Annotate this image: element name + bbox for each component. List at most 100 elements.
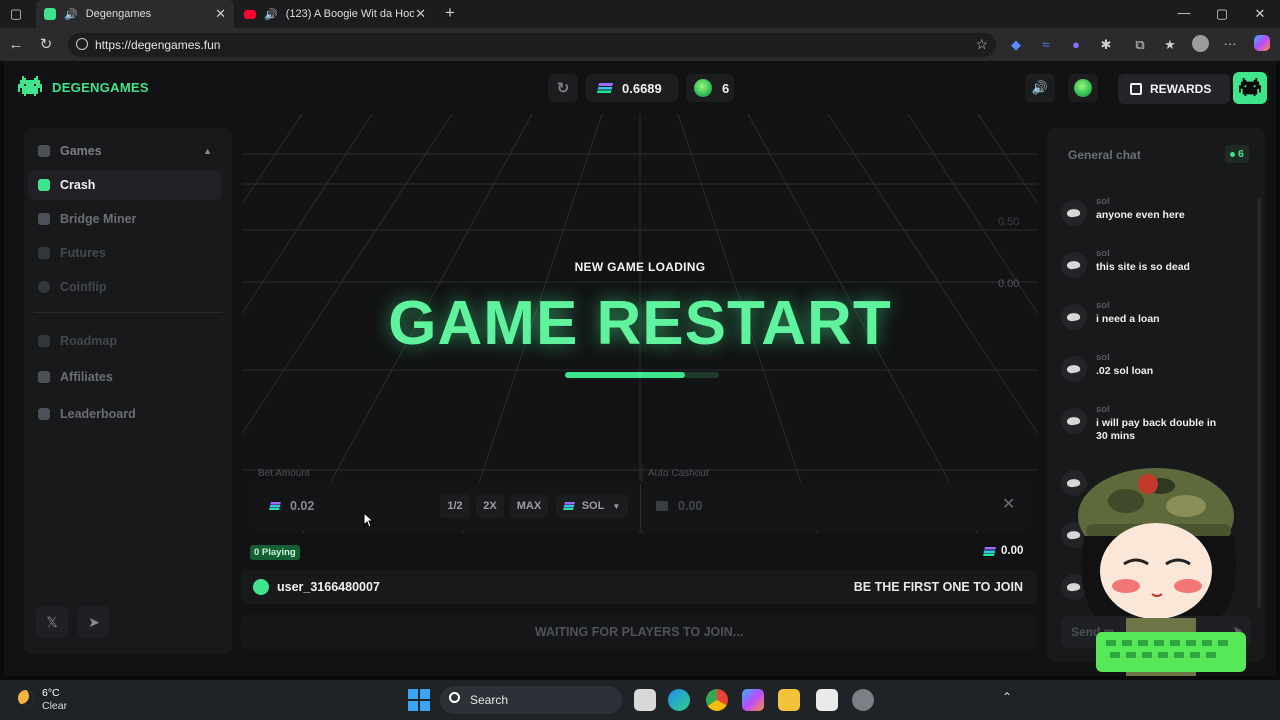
- join-cta[interactable]: BE THE FIRST ONE TO JOIN: [854, 580, 1023, 594]
- new-tab-icon[interactable]: +: [440, 3, 460, 23]
- solana-icon: [269, 502, 281, 510]
- auto-cashout-label: Auto Cashout: [648, 468, 709, 479]
- minimize-icon[interactable]: —: [1174, 3, 1194, 23]
- start-button[interactable]: [408, 689, 430, 711]
- split-screen-icon[interactable]: ⧉: [1130, 35, 1150, 55]
- chat-avatar: [1061, 200, 1087, 226]
- url-input[interactable]: https://degengames.fun ☆: [68, 33, 996, 57]
- extension-shield-icon[interactable]: ◆: [1006, 35, 1026, 55]
- pickaxe-icon: [38, 213, 50, 225]
- token-balance[interactable]: 6: [686, 74, 734, 102]
- robot-icon: [656, 501, 668, 511]
- chart-icon: [38, 179, 50, 191]
- weather-condition: Clear: [42, 700, 68, 712]
- favorite-star-icon[interactable]: ☆: [975, 36, 988, 53]
- bet-divider: [640, 484, 641, 530]
- sidebar-item-roadmap[interactable]: Roadmap: [28, 326, 222, 356]
- task-view-icon[interactable]: [634, 689, 656, 711]
- sidebar-item-label: Crash: [60, 178, 96, 192]
- refresh-balance-button[interactable]: ↻: [548, 74, 578, 102]
- mouse-cursor-icon: [363, 512, 375, 528]
- sidebar-item-affiliates[interactable]: Affiliates: [28, 362, 222, 392]
- sidebar-item-label: Affiliates: [60, 370, 113, 384]
- roadmap-icon: [38, 335, 50, 347]
- chat-title: General chat: [1068, 148, 1141, 162]
- token-icon: [694, 79, 712, 97]
- profile-button[interactable]: [1233, 72, 1267, 104]
- refresh-icon[interactable]: ↻: [36, 35, 56, 55]
- copilot-icon[interactable]: [1252, 35, 1272, 57]
- sidebar-item-bridge-miner[interactable]: Bridge Miner: [28, 204, 222, 234]
- extension-wave-icon[interactable]: ≈: [1036, 35, 1056, 55]
- sidebar-item-label: Bridge Miner: [60, 212, 137, 226]
- edge-icon[interactable]: [668, 689, 690, 711]
- futures-icon: [38, 247, 50, 259]
- file-explorer-icon[interactable]: [778, 689, 800, 711]
- double-bet-button[interactable]: 2X: [476, 494, 504, 518]
- bet-amount-input[interactable]: 0.02: [269, 496, 430, 516]
- favorites-icon[interactable]: ★: [1160, 35, 1180, 55]
- affiliates-icon: [38, 371, 50, 383]
- sol-balance[interactable]: 0.6689: [586, 74, 678, 102]
- online-count-value: 6: [1238, 148, 1244, 160]
- weather-widget[interactable]: 6°C Clear: [16, 686, 96, 714]
- players-total-value: 0.00: [1001, 545, 1024, 557]
- sound-toggle-button[interactable]: 🔊: [1025, 74, 1055, 102]
- sidebar-item-leaderboard[interactable]: Leaderboard: [28, 399, 222, 429]
- extension-gamepad-icon[interactable]: ●: [1066, 35, 1086, 55]
- back-icon[interactable]: ←: [6, 35, 26, 55]
- maximize-icon[interactable]: ▢: [1212, 4, 1232, 24]
- tab-actions-icon[interactable]: ▢: [6, 4, 26, 24]
- chevron-down-icon: ▼: [612, 501, 621, 511]
- max-bet-button[interactable]: MAX: [510, 494, 548, 518]
- balance-value: 0.6689: [622, 80, 662, 96]
- microsoft-store-icon[interactable]: [816, 689, 838, 711]
- chrome-icon[interactable]: [706, 689, 728, 711]
- telegram-button[interactable]: ➤: [78, 606, 110, 638]
- bet-amount-value: 0.02: [290, 499, 315, 513]
- space-invader-icon: [1239, 78, 1261, 97]
- speaker-icon: 🔊: [264, 8, 278, 21]
- sidebar-section-games[interactable]: Games ▲: [28, 136, 222, 166]
- more-menu-icon[interactable]: ···: [1220, 34, 1240, 54]
- vtuber-avatar-overlay: [1078, 468, 1246, 676]
- brand-logo[interactable]: DEGENGAMES: [18, 76, 149, 98]
- clear-cashout-icon[interactable]: ✕: [1002, 494, 1015, 514]
- x-twitter-button[interactable]: 𝕏: [36, 606, 68, 638]
- search-box[interactable]: Search: [440, 686, 622, 714]
- players-total: 0.00: [983, 545, 1024, 557]
- chat-avatar: [1061, 356, 1087, 382]
- chat-text: i will pay back double in 30 mins: [1096, 417, 1217, 442]
- crash-game-canvas: 0.50 0.00 NEW GAME LOADING GAME RESTART …: [242, 114, 1038, 534]
- moon-icon: [18, 690, 34, 706]
- rewards-button[interactable]: REWARDS: [1118, 74, 1230, 104]
- tab-degengames[interactable]: 🔊 Degengames ✕: [36, 0, 234, 28]
- close-window-icon[interactable]: ✕: [1250, 4, 1270, 24]
- sidebar-divider: [34, 312, 222, 313]
- copilot-icon[interactable]: [742, 689, 764, 711]
- site-info-icon[interactable]: [76, 38, 88, 50]
- chat-text: i need a loan: [1096, 313, 1160, 325]
- auto-cashout-input[interactable]: 0.00: [656, 496, 796, 516]
- sidebar-item-crash[interactable]: Crash: [28, 170, 222, 200]
- chat-username: sol: [1096, 352, 1110, 363]
- profile-avatar-icon[interactable]: [1190, 35, 1210, 58]
- auto-cashout-placeholder: 0.00: [678, 499, 703, 513]
- sidebar-item-coinflip[interactable]: Coinflip: [28, 272, 222, 302]
- solana-icon: [983, 546, 996, 556]
- extensions-icon[interactable]: ✱: [1096, 35, 1116, 55]
- chevron-up-icon[interactable]: ▲: [203, 146, 212, 156]
- chat-scrollbar[interactable]: [1257, 198, 1261, 608]
- token-shop-button[interactable]: [1068, 74, 1098, 102]
- chat-text: .02 sol loan: [1096, 365, 1154, 377]
- tray-chevron-icon[interactable]: ⌃: [1002, 690, 1012, 704]
- sidebar-item-label: Coinflip: [60, 280, 107, 294]
- browser-address-bar: ← ↻ https://degengames.fun ☆ ◆ ≈ ● ✱ ⧉ ★…: [0, 28, 1280, 62]
- half-bet-button[interactable]: 1/2: [440, 494, 470, 518]
- sidebar-item-futures[interactable]: Futures: [28, 238, 222, 268]
- close-tab-icon[interactable]: ✕: [415, 6, 426, 22]
- tab-youtube[interactable]: 🔊 (123) A Boogie Wit da Hoodi ✕: [236, 0, 434, 28]
- close-tab-icon[interactable]: ✕: [215, 6, 226, 22]
- settings-app-icon[interactable]: [852, 689, 874, 711]
- currency-select[interactable]: SOL ▼: [556, 494, 628, 518]
